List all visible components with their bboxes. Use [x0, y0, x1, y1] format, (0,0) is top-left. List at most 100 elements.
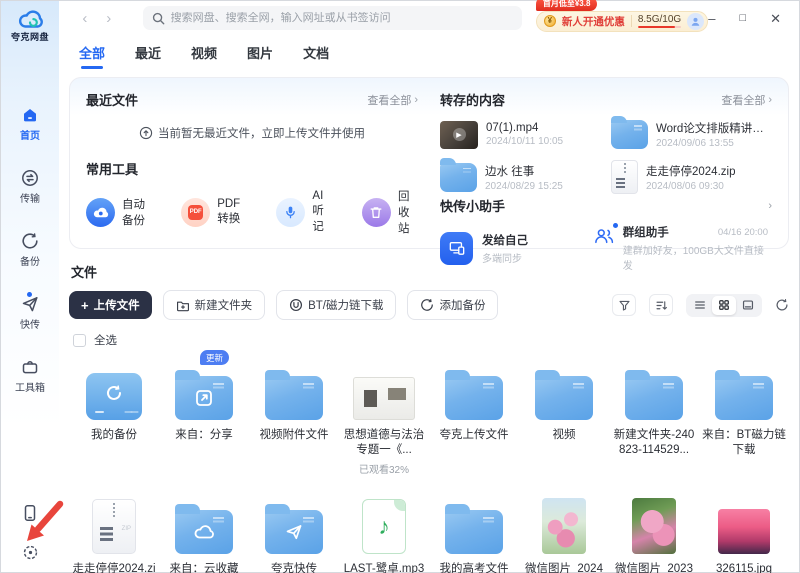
refresh-icon[interactable]: [775, 298, 789, 312]
file-item[interactable]: 夸克上传文件: [429, 356, 519, 476]
forward-button[interactable]: ›: [97, 10, 121, 27]
transferred-item[interactable]: ▶ 07(1).mp4 2024/10/11 10:05: [440, 120, 601, 149]
notification-dot: [612, 223, 618, 228]
sidebar-item-transfer[interactable]: 传输: [20, 168, 40, 205]
file-item[interactable]: 我的备份: [69, 356, 159, 476]
file-item[interactable]: 我的高考文件: [429, 490, 519, 573]
sidebar-item-backup[interactable]: 备份: [20, 231, 40, 268]
toolbox-icon: [20, 357, 40, 377]
tab-image[interactable]: 图片: [247, 43, 273, 62]
tool-pdf-convert[interactable]: PDF PDF转换: [181, 197, 246, 227]
file-item[interactable]: ZIP 走走停停2024.zip: [69, 490, 159, 573]
grid-view-icon[interactable]: [712, 295, 736, 315]
tab-video[interactable]: 视频: [191, 43, 217, 62]
sidebar-item-toolbox[interactable]: 工具箱: [15, 357, 45, 394]
send-to-self[interactable]: 发给自己 多端同步: [440, 231, 593, 265]
sidebar-item-quickshare[interactable]: 快传: [20, 292, 40, 331]
bt-magnet-download-button[interactable]: BT/磁力链下载: [276, 290, 397, 320]
filter-icon[interactable]: [612, 294, 636, 316]
group-people-icon: [593, 223, 618, 245]
upload-button[interactable]: + 上传文件: [69, 291, 152, 319]
files-toolbar: + 上传文件 新建文件夹 BT/磁力链下载 添加备份: [69, 290, 789, 320]
transferred-view-all[interactable]: 查看全部 ›: [721, 92, 772, 108]
sidebar-nav: 首页 传输 备份 快传 工具箱: [15, 105, 45, 394]
back-button[interactable]: ‹: [73, 10, 97, 27]
folder-icon: [625, 370, 683, 420]
microphone-icon: [276, 197, 306, 227]
tab-doc[interactable]: 文档: [303, 43, 329, 62]
maximize-button[interactable]: □: [739, 12, 746, 24]
settings-gear-icon[interactable]: [21, 543, 40, 562]
add-backup-button[interactable]: 添加备份: [407, 290, 499, 320]
assistant-row: 发给自己 多端同步 群组助手 04/16 20:00 建群加好友，100GB大文…: [440, 223, 772, 272]
search-input[interactable]: [170, 12, 513, 24]
sidebar-item-label: 备份: [20, 257, 40, 268]
update-badge: 更新: [199, 350, 229, 365]
folder-icon: [445, 504, 503, 554]
tool-auto-backup[interactable]: 自动备份: [86, 196, 151, 228]
file-item[interactable]: 更新 来自：分享: [159, 350, 249, 476]
recent-empty-text: 当前暂无最近文件，立即上传文件并使用: [158, 128, 365, 140]
folder-icon: [265, 370, 323, 420]
notification-dot: [27, 292, 32, 297]
tool-ai-transcribe[interactable]: AI听记: [276, 190, 332, 234]
tab-all[interactable]: 全部: [79, 43, 105, 62]
file-item[interactable]: 夸克快传: [249, 490, 339, 573]
transferred-item[interactable]: 走走停停2024.zip 2024/08/06 09:30: [611, 160, 772, 194]
tools-title: 常用工具: [86, 162, 139, 177]
new-folder-button[interactable]: 新建文件夹: [162, 290, 266, 320]
file-item[interactable]: 视频附件文件: [249, 356, 339, 476]
tab-recent[interactable]: 最近: [135, 43, 161, 62]
transferred-item[interactable]: 边水 往事 2024/08/29 15:25: [440, 158, 601, 194]
close-button[interactable]: ✕: [770, 12, 781, 25]
cloud-folder-icon: [175, 504, 233, 554]
devices-icon: [440, 231, 473, 265]
search-bar[interactable]: [142, 6, 522, 30]
file-item[interactable]: 思想道德与法治 专题一《... 已观看32%: [339, 356, 429, 476]
sidebar-item-label: 传输: [20, 194, 40, 205]
sort-icon[interactable]: [649, 294, 673, 316]
promo-pill[interactable]: ¥ 新人开通优惠 8.5G/10G: [535, 10, 709, 32]
sidebar-item-home[interactable]: 首页: [20, 105, 40, 142]
file-item[interactable]: 来自：BT磁力链下载: [699, 356, 789, 476]
list-view-icon[interactable]: [688, 296, 712, 315]
play-icon: ▶: [452, 128, 466, 141]
window-controls: – □ ✕: [708, 12, 789, 25]
file-item[interactable]: 微信图片_20240412143312.j...: [519, 490, 609, 573]
transferred-list: ▶ 07(1).mp4 2024/10/11 10:05 Word论文排版精讲（…: [440, 115, 772, 194]
file-item[interactable]: 视频: [519, 356, 609, 476]
divider: [630, 15, 632, 27]
backup-sync-icon: [20, 231, 40, 251]
file-item[interactable]: 微信图片_20230427141231.j...: [609, 490, 699, 573]
folder-plus-icon: [176, 299, 190, 312]
sidebar-item-label: 工具箱: [15, 383, 45, 394]
file-item[interactable]: 新建文件夹-240823-114529...: [609, 356, 699, 476]
tool-recycle-bin[interactable]: 回收站: [361, 188, 418, 236]
select-all-checkbox[interactable]: [73, 333, 86, 347]
preview-view-icon[interactable]: [736, 296, 760, 315]
recent-view-all[interactable]: 查看全部 ›: [367, 92, 418, 108]
coin-icon: ¥: [543, 15, 556, 27]
avatar[interactable]: [687, 12, 705, 30]
recent-empty-state: 当前暂无最近文件，立即上传文件并使用: [86, 109, 418, 157]
app-logo: 夸克网盘: [11, 9, 49, 43]
share-arrow-icon: [175, 376, 233, 420]
file-item[interactable]: ♪ LAST-鹭卓.mp3: [339, 490, 429, 573]
cloud-backup-icon: [86, 197, 115, 227]
phone-icon[interactable]: [20, 503, 40, 523]
transfer-icon: [20, 168, 40, 188]
image-thumbnail: [718, 509, 770, 554]
promo-area[interactable]: 首月低至¥3.8 ¥ 新人开通优惠 8.5G/10G: [535, 0, 709, 32]
file-item[interactable]: 326115.jpg: [699, 490, 789, 573]
chevron-right-icon[interactable]: ›: [768, 200, 772, 212]
zip-file-icon: ZIP: [92, 499, 136, 554]
transferred-item[interactable]: Word论文排版精讲（完结） 2024/09/06 13:55: [611, 115, 772, 149]
minimize-button[interactable]: –: [708, 12, 715, 25]
folder-icon: [535, 370, 593, 420]
group-assistant[interactable]: 群组助手 04/16 20:00 建群加好友，100GB大文件直接发: [593, 223, 772, 272]
image-thumbnail: [542, 498, 586, 554]
video-thumbnail: ▶: [440, 120, 478, 149]
folder-icon: [715, 370, 773, 420]
file-item[interactable]: 来自：云收藏: [159, 490, 249, 573]
plus-icon: +: [81, 297, 89, 313]
